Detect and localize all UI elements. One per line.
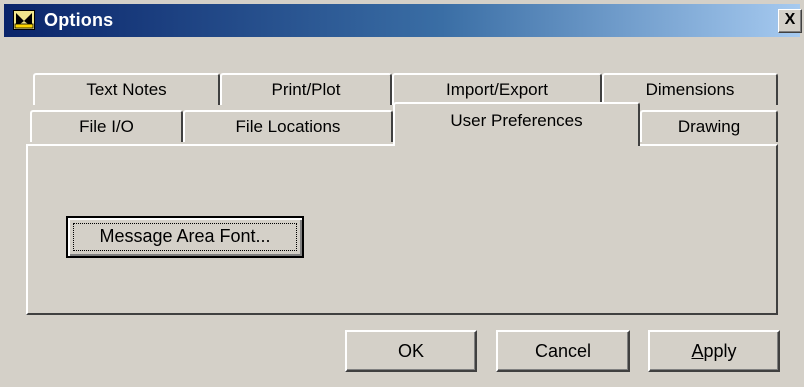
apply-label: Apply bbox=[691, 341, 737, 361]
tab-print-plot[interactable]: Print/Plot bbox=[220, 73, 392, 105]
ok-label: OK bbox=[397, 341, 424, 361]
tab-file-locations[interactable]: File Locations bbox=[183, 110, 393, 142]
cancel-button[interactable]: Cancel bbox=[496, 330, 630, 372]
tab-dimensions[interactable]: Dimensions bbox=[602, 73, 778, 105]
tab-text-notes[interactable]: Text Notes bbox=[33, 73, 220, 105]
message-area-font-button[interactable]: Message Area Font... bbox=[66, 216, 304, 258]
tab-label: Text Notes bbox=[86, 80, 167, 99]
apply-button[interactable]: Apply bbox=[648, 330, 780, 372]
message-area-font-label: Message Area Font... bbox=[99, 226, 271, 246]
tab-label: Import/Export bbox=[445, 80, 549, 99]
tab-file-io[interactable]: File I/O bbox=[30, 110, 183, 142]
close-icon: X bbox=[784, 11, 796, 28]
options-dialog: Options X Text Notes Print/Plot Import/E… bbox=[0, 0, 804, 387]
window-title: Options bbox=[44, 10, 114, 30]
ok-button[interactable]: OK bbox=[345, 330, 477, 372]
tab-label: Print/Plot bbox=[271, 80, 341, 99]
tab-label: Dimensions bbox=[645, 80, 735, 99]
tab-label: File I/O bbox=[79, 117, 134, 136]
app-icon bbox=[13, 10, 35, 30]
tab-drawing[interactable]: Drawing bbox=[640, 110, 778, 142]
title-bar[interactable]: Options X bbox=[4, 4, 802, 37]
tab-label: File Locations bbox=[235, 117, 341, 136]
tab-import-export[interactable]: Import/Export bbox=[392, 73, 602, 105]
close-button[interactable]: X bbox=[778, 9, 802, 33]
tab-label: User Preferences bbox=[450, 111, 583, 130]
tab-label: Drawing bbox=[677, 117, 741, 136]
cancel-label: Cancel bbox=[534, 341, 592, 361]
tab-user-preferences[interactable]: User Preferences bbox=[393, 102, 640, 146]
